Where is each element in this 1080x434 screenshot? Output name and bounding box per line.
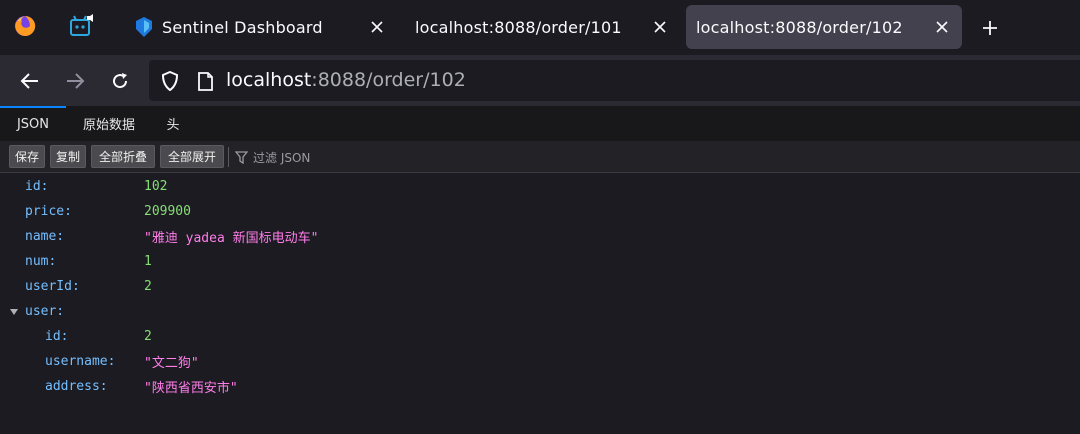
json-key: num: — [25, 254, 57, 269]
sentinel-logo-icon — [134, 17, 154, 37]
close-tab-icon[interactable] — [367, 17, 387, 37]
forward-button[interactable] — [59, 65, 91, 97]
json-viewer-tabs: JSON 原始数据 头 — [0, 106, 1080, 141]
url-path: :8088/order/102 — [311, 69, 466, 91]
json-tree: id: 102 price: 209900 name: "雅迪 yadea 新国… — [0, 173, 1080, 434]
json-value: 2 — [144, 279, 152, 294]
json-key: user: — [25, 304, 65, 319]
tab-audio-icon[interactable] — [65, 8, 99, 44]
firefox-logo-icon[interactable] — [8, 8, 42, 44]
new-tab-button[interactable] — [976, 14, 1004, 42]
json-value: 209900 — [144, 204, 191, 219]
close-tab-icon[interactable] — [932, 17, 952, 37]
tab-json[interactable]: JSON — [0, 106, 66, 141]
tab-headers[interactable]: 头 — [158, 106, 188, 141]
tab-raw-data[interactable]: 原始数据 — [72, 106, 146, 141]
json-value: 102 — [144, 179, 168, 194]
address-bar[interactable]: localhost:8088/order/102 — [149, 60, 1080, 101]
json-value: "陕西省西安市" — [144, 381, 238, 396]
copy-button[interactable]: 复制 — [50, 145, 86, 168]
forward-arrow-icon — [67, 73, 85, 89]
reload-icon — [113, 73, 128, 89]
json-value: 2 — [144, 329, 152, 344]
tab-order-102[interactable]: localhost:8088/order/102 — [686, 5, 962, 49]
url-text[interactable]: localhost:8088/order/102 — [226, 69, 466, 91]
navigation-toolbar: localhost:8088/order/102 — [0, 55, 1080, 106]
collapse-all-button[interactable]: 全部折叠 — [91, 145, 155, 168]
page-info-icon[interactable] — [195, 70, 215, 92]
json-key: name: — [25, 229, 65, 244]
expand-toggle-icon[interactable] — [9, 307, 19, 317]
tab-title: Sentinel Dashboard — [162, 17, 323, 37]
filter-json-input[interactable]: 过滤 JSON — [235, 148, 310, 166]
json-key: price: — [25, 204, 72, 219]
tab-title: localhost:8088/order/102 — [696, 17, 903, 37]
filter-placeholder: 过滤 JSON — [253, 150, 311, 165]
tab-strip: Sentinel Dashboard localhost:8088/order/… — [0, 0, 1080, 55]
expand-all-button[interactable]: 全部展开 — [160, 145, 224, 168]
json-value: 1 — [144, 254, 152, 269]
filter-icon — [235, 150, 248, 164]
json-row-user[interactable]: user: — [25, 299, 64, 324]
json-key: username: — [45, 354, 116, 369]
tracking-protection-shield-icon[interactable] — [159, 70, 181, 92]
tab-order-101[interactable]: localhost:8088/order/101 — [405, 5, 680, 49]
save-button[interactable]: 保存 — [9, 145, 45, 168]
plus-icon — [983, 21, 997, 35]
back-button[interactable] — [14, 65, 46, 97]
tab-sentinel-dashboard[interactable]: Sentinel Dashboard — [124, 5, 397, 49]
toolbar-divider — [228, 147, 229, 167]
json-value: "雅迪 yadea 新国标电动车" — [144, 231, 319, 246]
json-key: id: — [45, 329, 69, 344]
url-host: localhost — [226, 69, 312, 91]
reload-button[interactable] — [104, 65, 136, 97]
close-tab-icon[interactable] — [650, 17, 670, 37]
json-value: "文二狗" — [144, 356, 199, 371]
tab-title: localhost:8088/order/101 — [415, 17, 622, 37]
json-key: address: — [45, 379, 108, 394]
json-key: userId: — [25, 279, 80, 294]
json-key: id: — [25, 179, 49, 194]
json-toolbar: 保存 复制 全部折叠 全部展开 过滤 JSON — [0, 141, 1080, 173]
back-arrow-icon — [20, 73, 38, 89]
